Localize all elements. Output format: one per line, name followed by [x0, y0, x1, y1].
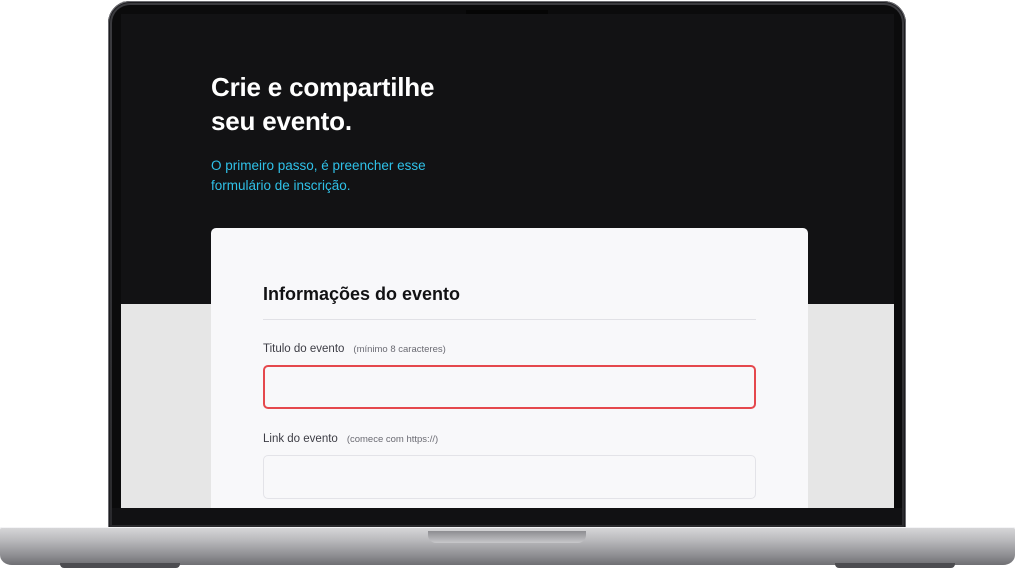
laptop-foot-left	[60, 563, 180, 568]
event-title-label: Titulo do evento (mínimo 8 caracteres)	[263, 341, 446, 358]
laptop-mockup: Crie e compartilhe seu evento. O primeir…	[0, 0, 1015, 571]
form-section-title: Informações do evento	[263, 284, 461, 304]
screen-hinge	[112, 508, 902, 525]
screen: Crie e compartilhe seu evento. O primeir…	[121, 14, 894, 508]
event-title-hint: (mínimo 8 caracteres)	[353, 344, 446, 355]
event-link-hint: (comece com https://)	[346, 434, 439, 445]
event-link-label-text: Link do evento	[263, 433, 338, 445]
event-title-label-text: Titulo do evento	[263, 343, 345, 355]
event-form-card: Informações do evento Titulo do evento (m…	[211, 228, 808, 508]
section-divider	[263, 319, 756, 320]
page-subtitle: O primeiro passo, é preencher esse formu…	[211, 158, 426, 193]
page-title: Crie e compartilhe seu evento.	[211, 72, 435, 136]
event-link-input[interactable]	[263, 455, 756, 499]
laptop-foot-right	[835, 563, 955, 568]
event-link-label: Link do evento (comece com https://)	[263, 431, 438, 448]
trackpad-notch	[428, 531, 586, 543]
event-title-input[interactable]	[263, 365, 756, 409]
